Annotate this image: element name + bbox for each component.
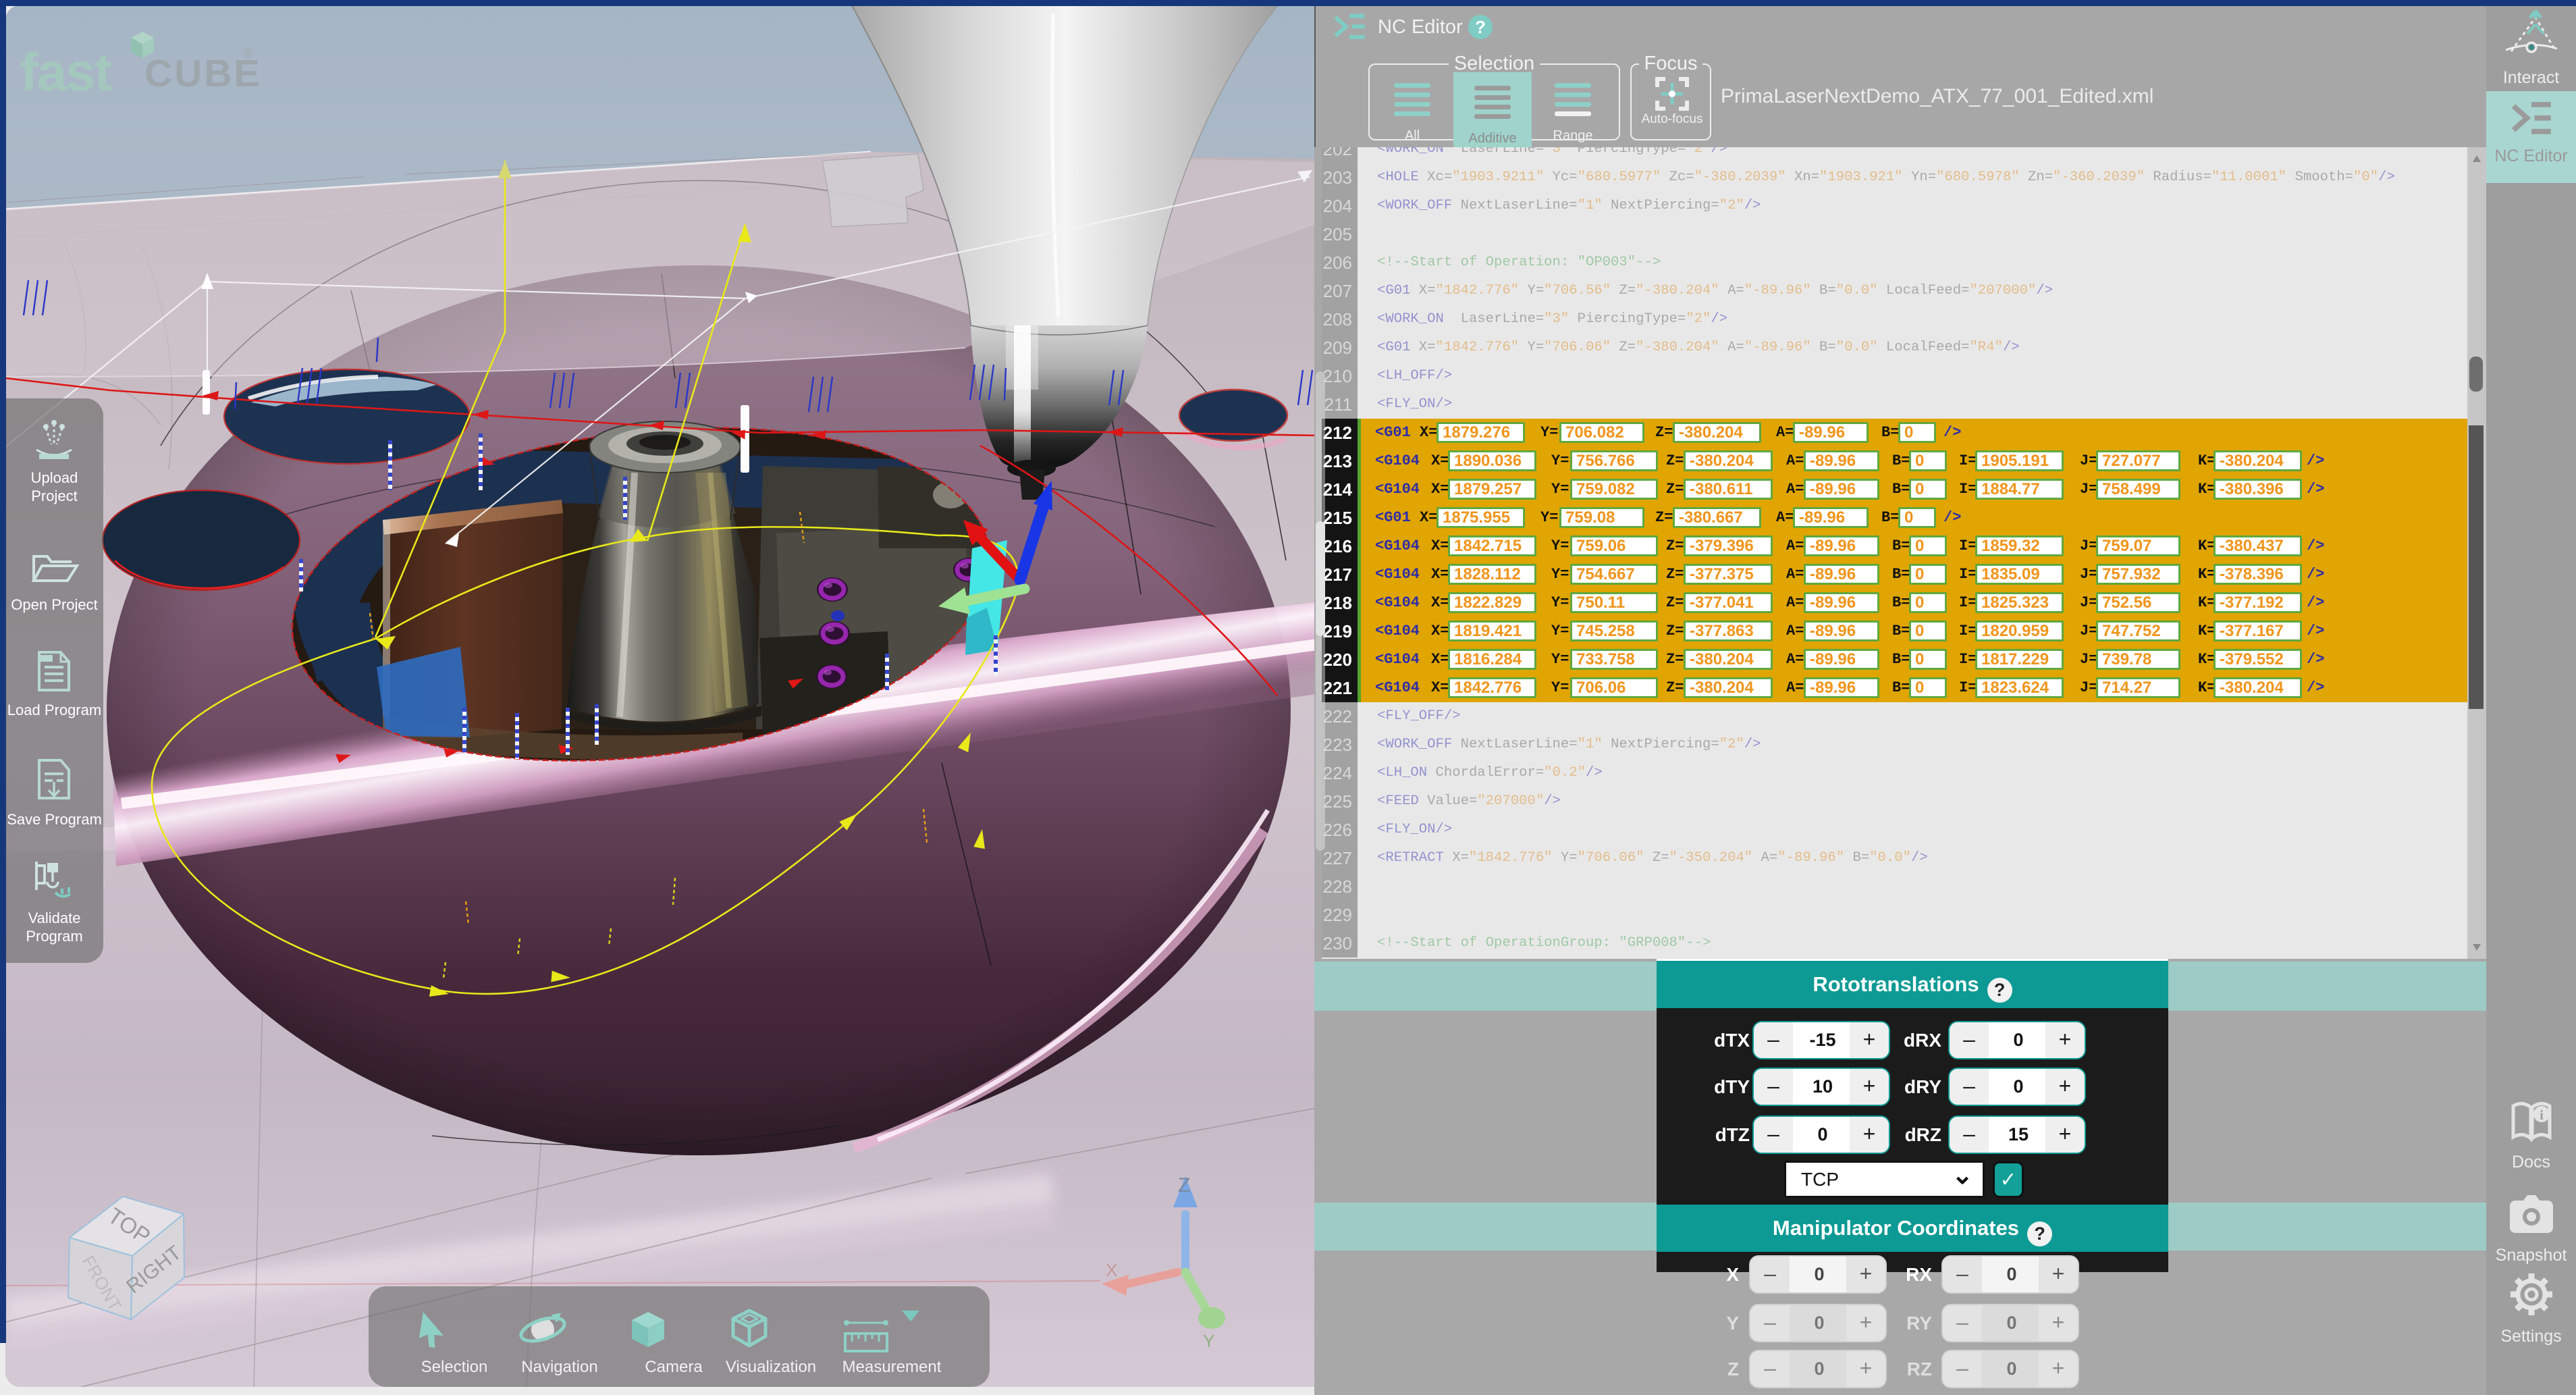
svg-text:®: ® bbox=[243, 47, 253, 61]
svg-text:fast: fast bbox=[20, 42, 112, 100]
svg-text:Z: Z bbox=[1178, 1174, 1190, 1196]
svg-text:Y: Y bbox=[1203, 1331, 1214, 1351]
svg-text:i: i bbox=[2540, 1108, 2544, 1123]
svg-text:X: X bbox=[1106, 1260, 1117, 1280]
